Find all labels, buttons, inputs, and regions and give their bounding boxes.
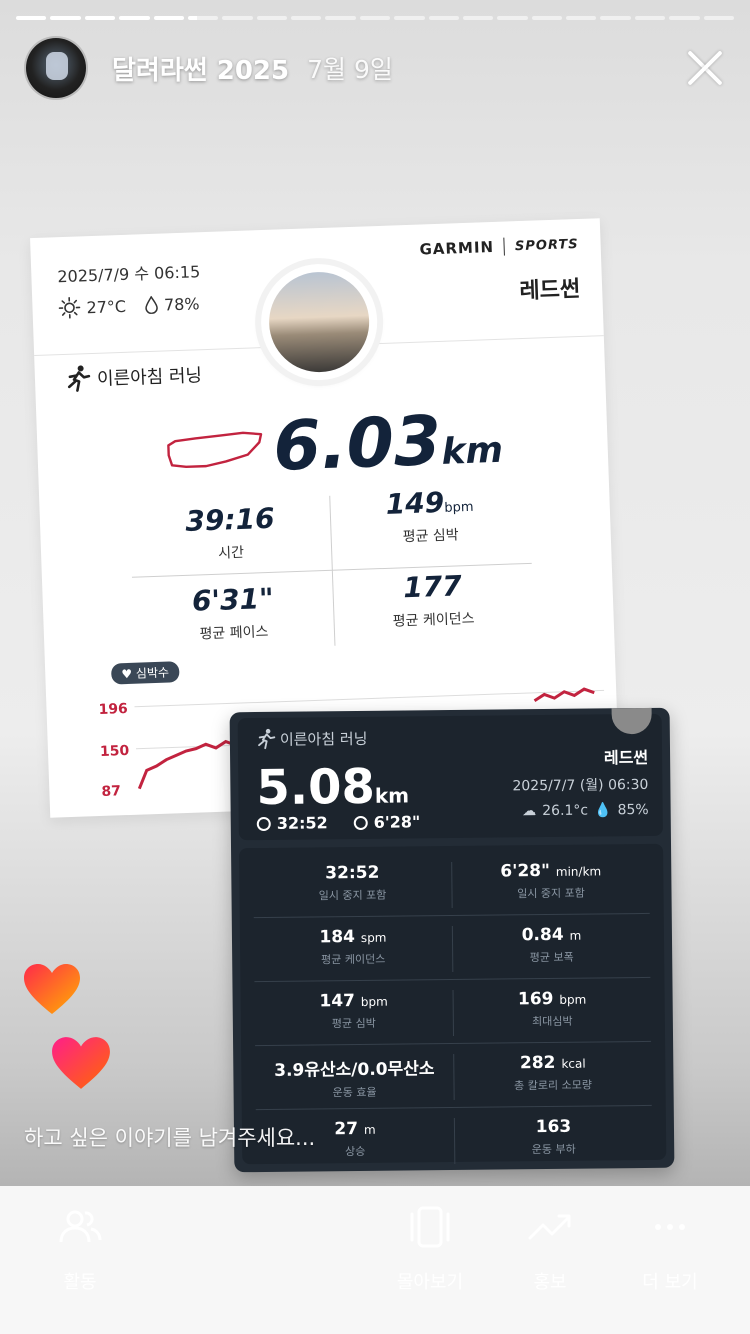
progress-segment xyxy=(84,16,116,20)
progress-segment xyxy=(531,16,562,20)
progress-segment xyxy=(222,16,253,20)
heart-reaction-icon xyxy=(52,1037,110,1089)
stat-heart-rate: 149bpm 평균 심박 xyxy=(385,485,474,546)
account-name[interactable]: 달려라썬 2025 xyxy=(112,50,289,87)
dark-activity-title: 이른아침 러닝 xyxy=(256,727,368,750)
people-icon xyxy=(59,1210,102,1243)
progress-segment xyxy=(669,16,700,20)
stat-row: 27 m 상승 163 운동 부하 xyxy=(256,1108,653,1174)
stat-pace: 6'31" 평균 페이스 xyxy=(191,581,275,643)
story-header: 달려라썬 2025 7월 9일 xyxy=(24,36,726,100)
progress-segment xyxy=(359,16,391,20)
stat-row: 147 bpm 평균 심박 169 bpm 최대심박 xyxy=(254,979,652,1047)
progress-segment xyxy=(256,16,287,20)
dark-date: 2025/7/7 (월) 06:30 xyxy=(512,776,649,795)
reply-input[interactable]: 하고 싶은 이야기를 남겨주세요... xyxy=(24,1122,315,1152)
progress-segment xyxy=(325,16,356,20)
dark-activity-card: 이른아침 러닝 레드썬 5.08km 2025/7/7 (월) 06:30 ☁ … xyxy=(229,707,675,1173)
hr-axis-mid: 150 xyxy=(99,742,130,760)
progress-segment xyxy=(291,16,322,20)
humidity-drop-icon xyxy=(144,295,158,315)
progress-segment xyxy=(16,16,47,20)
insights-button[interactable]: 홍보 xyxy=(490,1204,610,1294)
timer-icon xyxy=(256,816,271,831)
stat-time: 39:16 시간 xyxy=(184,501,276,562)
progress-segment xyxy=(634,16,666,20)
stat-cell-right: 0.84 m 평균 보폭 xyxy=(451,923,651,972)
hr-axis-min: 87 xyxy=(101,783,122,800)
progress-segment xyxy=(566,16,597,20)
avatar[interactable] xyxy=(24,36,88,100)
stat-cadence: 177 평균 케이던스 xyxy=(392,569,475,630)
dark-distance: 5.08km xyxy=(256,758,410,817)
sun-icon xyxy=(58,296,81,319)
dark-summary: 32:52 6'28" xyxy=(256,812,420,833)
progress-segment xyxy=(119,16,150,20)
runner-icon xyxy=(67,365,91,392)
stat-cell-left: 32:52 일시 중지 포함 xyxy=(318,862,387,903)
stat-cell-right: 6'28" min/km 일시 중지 포함 xyxy=(451,859,650,909)
runner-icon xyxy=(258,728,276,750)
team-name: 레드썬 xyxy=(519,276,581,305)
more-button[interactable]: 더 보기 xyxy=(610,1204,730,1294)
heart-rate-tag: ♥ 심박수 xyxy=(110,661,180,685)
bottom-action-bar: 활동 몰아보기 홍보 더 보기 xyxy=(0,1186,750,1334)
progress-segment xyxy=(428,16,459,20)
dark-card-header: 이른아침 러닝 레드썬 5.08km 2025/7/7 (월) 06:30 ☁ … xyxy=(237,707,663,841)
collage-button[interactable]: 몰아보기 xyxy=(370,1204,490,1294)
activity-title: 이른아침 러닝 xyxy=(65,360,203,393)
progress-segment xyxy=(50,16,81,20)
stat-row: 3.9유산소/0.0무산소 운동 효율 282 kcal 총 칼로리 소모량 xyxy=(255,1043,652,1111)
dark-stats: 32:52 일시 중지 포함 6'28" min/km 일시 중지 포함 184 sp… xyxy=(239,843,667,1165)
collage-icon xyxy=(410,1206,450,1248)
stat-cell-left: 147 bpm 평균 심박 xyxy=(319,991,388,1031)
close-icon[interactable] xyxy=(682,46,726,90)
stat-row: 184 spm 평균 케이던스 0.84 m 평균 보폭 xyxy=(253,915,651,983)
garmin-logo: GARMIN SPORTS xyxy=(419,236,579,259)
stat-cell-right: 282 kcal 총 칼로리 소모량 xyxy=(453,1051,652,1100)
progress-segment xyxy=(703,16,734,20)
progress-segment xyxy=(187,16,219,20)
progress-segment xyxy=(394,16,425,20)
activity-button[interactable]: 활동 xyxy=(20,1204,140,1294)
stat-cell-left: 3.9유산소/0.0무산소 운동 효율 xyxy=(274,1059,435,1100)
dark-team-name: 레드썬 xyxy=(603,747,649,768)
more-dots-icon xyxy=(655,1224,685,1230)
stats-grid: 39:16 시간 149bpm 평균 심박 6'31" 평균 페이스 177 평… xyxy=(129,486,534,653)
dark-weather: ☁ 26.1°c 💧 85% xyxy=(522,801,649,820)
cloud-rain-icon: ☁ xyxy=(522,803,537,820)
heart-reaction-icon xyxy=(24,964,80,1014)
route-map xyxy=(167,431,263,469)
progress-segment xyxy=(497,16,528,20)
story-date: 7월 9일 xyxy=(307,55,393,84)
dark-card-thumbnail xyxy=(611,707,652,735)
activity-datetime: 2025/7/9 수 06:15 xyxy=(57,262,201,287)
story-progress xyxy=(16,16,734,20)
temperature: 27°C xyxy=(86,296,127,317)
weather-info: 27°C 78% xyxy=(58,292,200,319)
progress-segment xyxy=(153,16,184,20)
stat-cell-left: 184 spm 평균 케이던스 xyxy=(319,927,387,967)
trending-icon xyxy=(528,1214,571,1240)
humidity-drop-icon: 💧 xyxy=(594,802,612,819)
distance-value: 6.03km xyxy=(272,401,504,487)
progress-segment xyxy=(462,16,494,20)
stat-row: 32:52 일시 중지 포함 6'28" min/km 일시 중지 포함 xyxy=(253,851,650,919)
stat-cell-right: 163 운동 부하 xyxy=(453,1115,653,1164)
progress-segment xyxy=(600,16,631,20)
humidity: 78% xyxy=(163,293,200,314)
stat-cell-right: 169 bpm 최대심박 xyxy=(452,987,651,1036)
stopwatch-icon xyxy=(353,815,368,830)
hr-axis-max: 196 xyxy=(98,701,129,719)
